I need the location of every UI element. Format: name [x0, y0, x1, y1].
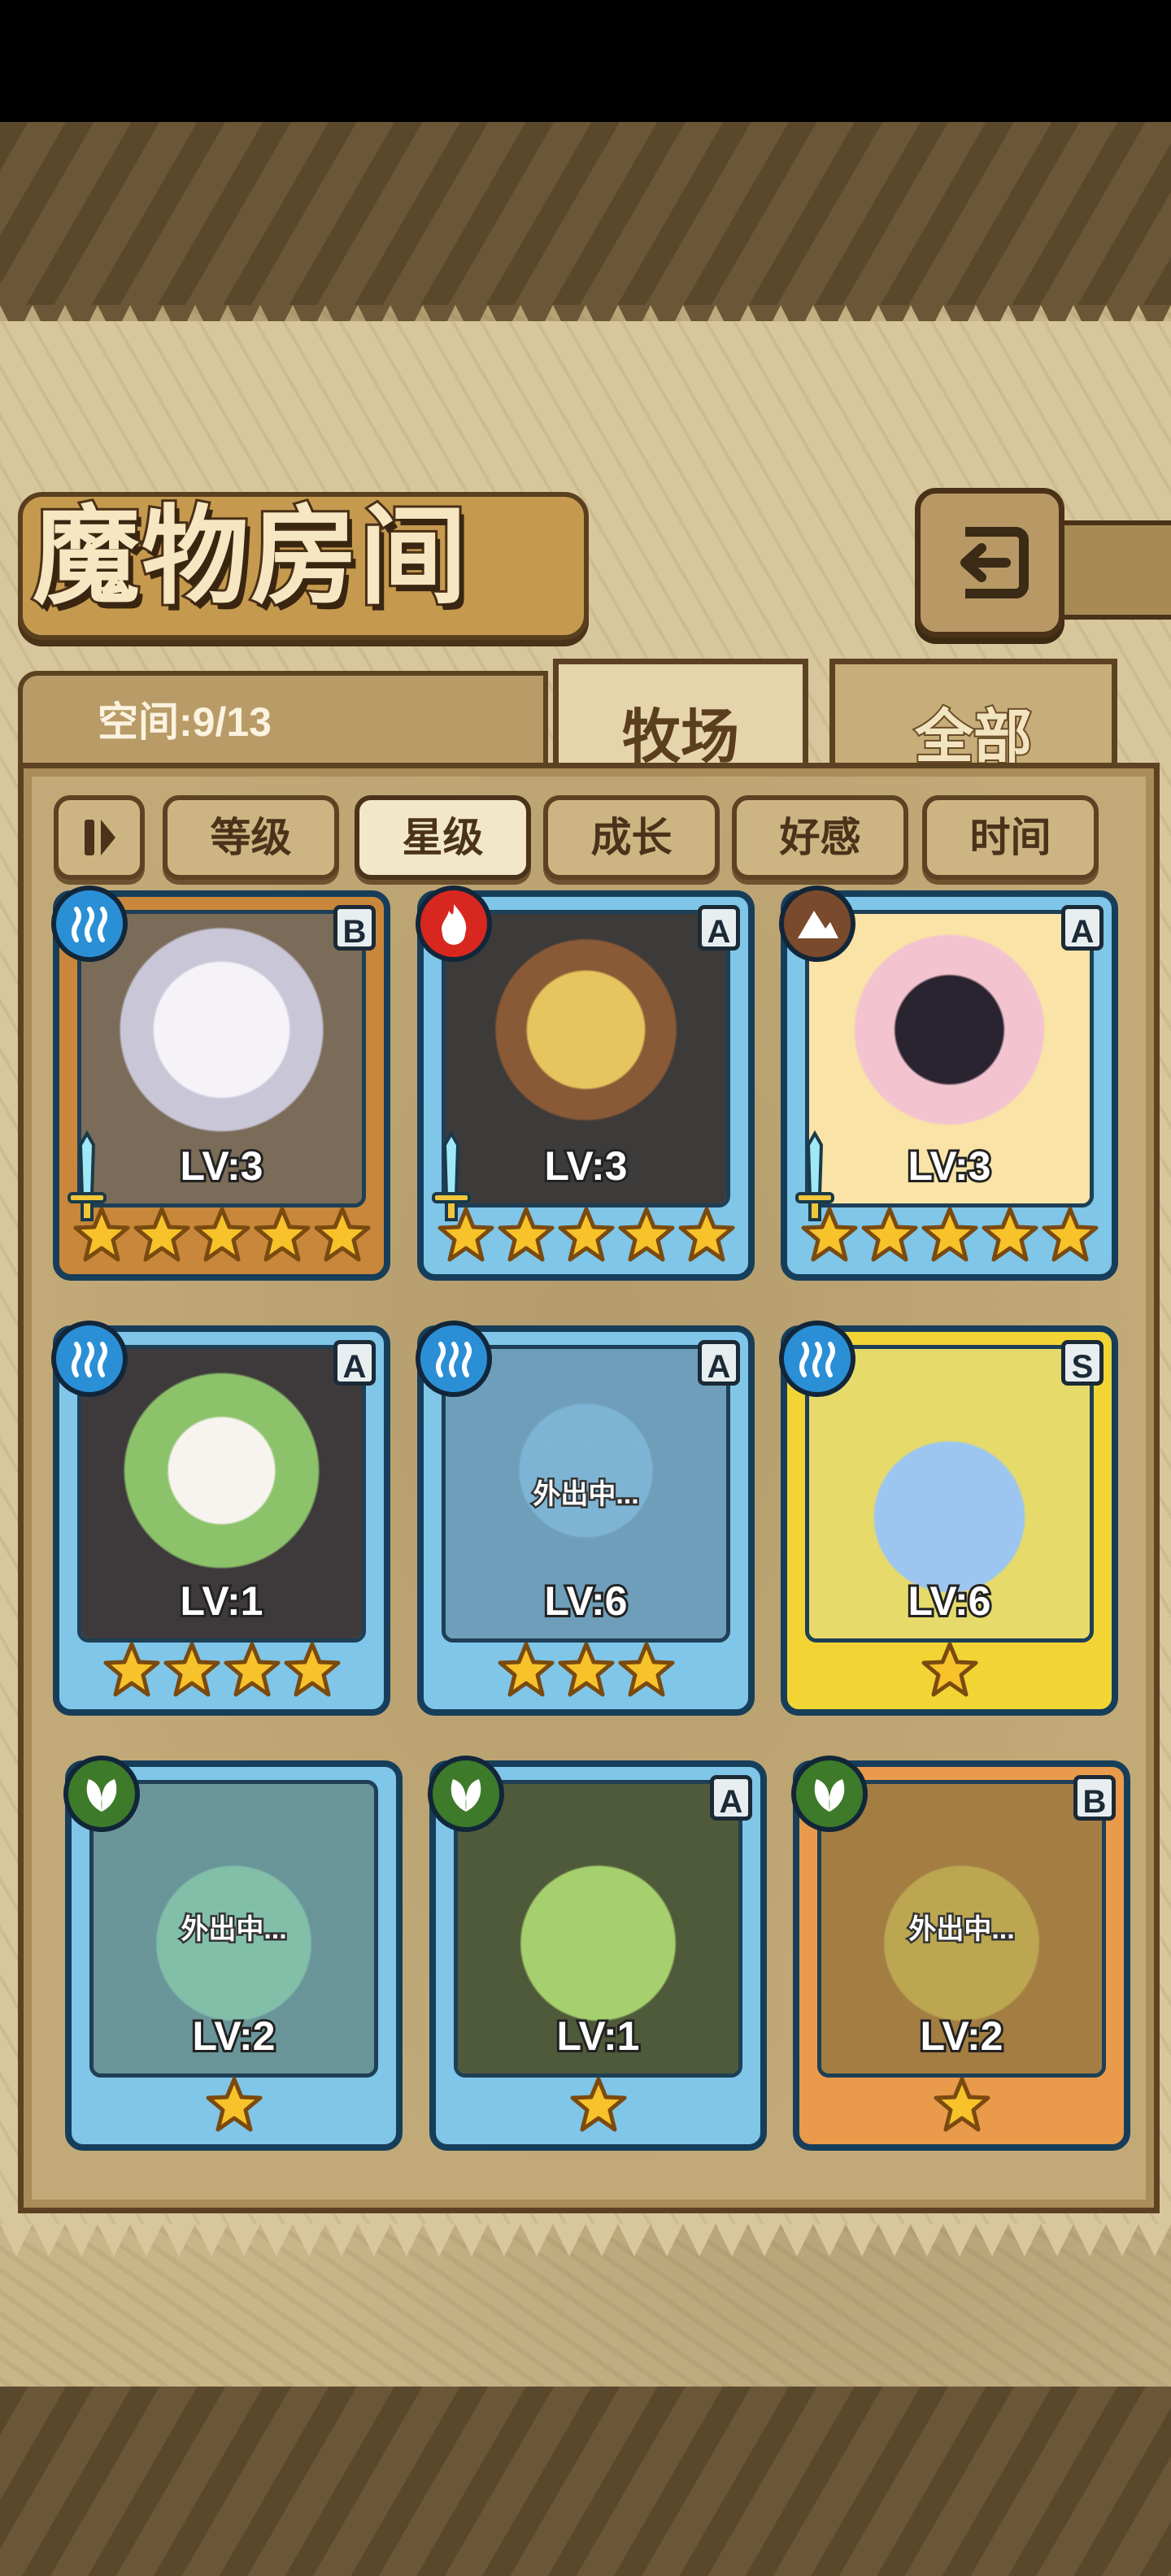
level-label: LV:6 — [906, 1576, 994, 1626]
pause-sort-icon — [85, 820, 115, 855]
monster-card[interactable]: S LV:6 — [779, 1321, 1118, 1716]
star-icon — [193, 1206, 251, 1274]
rank-badge: S — [1061, 1340, 1104, 1386]
star-icon — [253, 1206, 311, 1274]
star-rating — [65, 2076, 403, 2144]
monster-card[interactable]: A LV:1 — [428, 1756, 767, 2151]
star-icon — [497, 1206, 555, 1274]
bottom-zigzag-edge — [0, 2224, 1171, 2256]
element-grass-icon — [791, 1756, 868, 1832]
element-grass-icon — [428, 1756, 504, 1832]
away-status: 外出中... — [179, 1912, 289, 1947]
star-icon — [437, 1206, 495, 1274]
page-title: 魔物房间 — [30, 491, 469, 622]
star-rating — [781, 1641, 1118, 1709]
star-rating — [781, 1206, 1118, 1274]
sort-order-toggle[interactable] — [54, 795, 145, 880]
away-status: 外出中... — [531, 1477, 641, 1512]
monster-card[interactable]: A LV:3 — [779, 886, 1118, 1281]
star-icon — [283, 1641, 342, 1709]
rank-badge: A — [698, 1340, 740, 1386]
sort-level-button[interactable]: 等级 — [163, 795, 339, 880]
monster-card[interactable]: B 外出中... LV:2 — [791, 1756, 1130, 2151]
sort-growth-button[interactable]: 成长 — [543, 795, 720, 880]
element-grass-icon — [63, 1756, 140, 1832]
rank-badge: B — [1073, 1775, 1116, 1821]
level-label: LV:1 — [178, 1576, 266, 1626]
rank-badge: A — [710, 1775, 752, 1821]
star-icon — [557, 1641, 616, 1709]
star-rating — [53, 1206, 390, 1274]
star-icon — [205, 2076, 263, 2144]
sort-star-button[interactable]: 星级 — [355, 795, 531, 880]
level-label: LV:2 — [190, 2011, 278, 2061]
star-icon — [223, 1641, 281, 1709]
star-icon — [933, 2076, 991, 2144]
rank-badge: B — [333, 905, 376, 951]
monster-card[interactable]: A LV:3 — [416, 886, 755, 1281]
level-label: LV:2 — [918, 2011, 1006, 2061]
sort-time-button[interactable]: 时间 — [922, 795, 1099, 880]
top-border-band — [0, 122, 1171, 305]
level-label: LV:3 — [178, 1141, 266, 1191]
star-icon — [921, 1641, 979, 1709]
level-label: LV:6 — [542, 1576, 630, 1626]
level-label: LV:3 — [906, 1141, 994, 1191]
level-label: LV:3 — [542, 1141, 630, 1191]
star-rating — [793, 2076, 1130, 2144]
element-water-icon — [51, 886, 128, 962]
element-earth-icon — [779, 886, 855, 962]
star-rating — [417, 1641, 755, 1709]
level-label: LV:1 — [555, 2011, 642, 2061]
star-icon — [921, 1206, 979, 1274]
element-water-icon — [779, 1321, 855, 1397]
rank-badge: A — [1061, 905, 1104, 951]
star-rating — [417, 1206, 755, 1274]
monster-card[interactable]: A 外出中... LV:6 — [416, 1321, 755, 1716]
bottom-border-band — [0, 2387, 1171, 2576]
star-icon — [72, 1206, 131, 1274]
tab-all-label: 全部 — [913, 700, 1034, 772]
element-water-icon — [416, 1321, 492, 1397]
star-icon — [163, 1641, 221, 1709]
star-icon — [497, 1641, 555, 1709]
star-icon — [860, 1206, 919, 1274]
element-fire-icon — [416, 886, 492, 962]
monster-card[interactable]: B LV:3 — [51, 886, 390, 1281]
star-icon — [677, 1206, 736, 1274]
sort-affection-button[interactable]: 好感 — [732, 795, 908, 880]
star-icon — [313, 1206, 372, 1274]
return-arrow-icon — [960, 527, 1029, 598]
element-water-icon — [51, 1321, 128, 1397]
tab-ranch-label: 牧场 — [621, 702, 739, 771]
star-icon — [1041, 1206, 1099, 1274]
monster-card[interactable]: 外出中... LV:2 — [63, 1756, 403, 2151]
monster-card[interactable]: A LV:1 — [51, 1321, 390, 1716]
star-icon — [569, 2076, 628, 2144]
star-icon — [102, 1641, 161, 1709]
back-button[interactable] — [915, 488, 1064, 637]
star-rating — [53, 1641, 390, 1709]
star-icon — [557, 1206, 616, 1274]
star-icon — [133, 1206, 191, 1274]
rank-badge: A — [698, 905, 740, 951]
away-status: 外出中... — [907, 1912, 1016, 1947]
star-icon — [617, 1641, 676, 1709]
star-icon — [800, 1206, 859, 1274]
star-icon — [617, 1206, 676, 1274]
space-counter: 空间:9/13 — [98, 699, 272, 745]
rank-badge: A — [333, 1340, 376, 1386]
star-icon — [981, 1206, 1039, 1274]
star-rating — [429, 2076, 767, 2144]
